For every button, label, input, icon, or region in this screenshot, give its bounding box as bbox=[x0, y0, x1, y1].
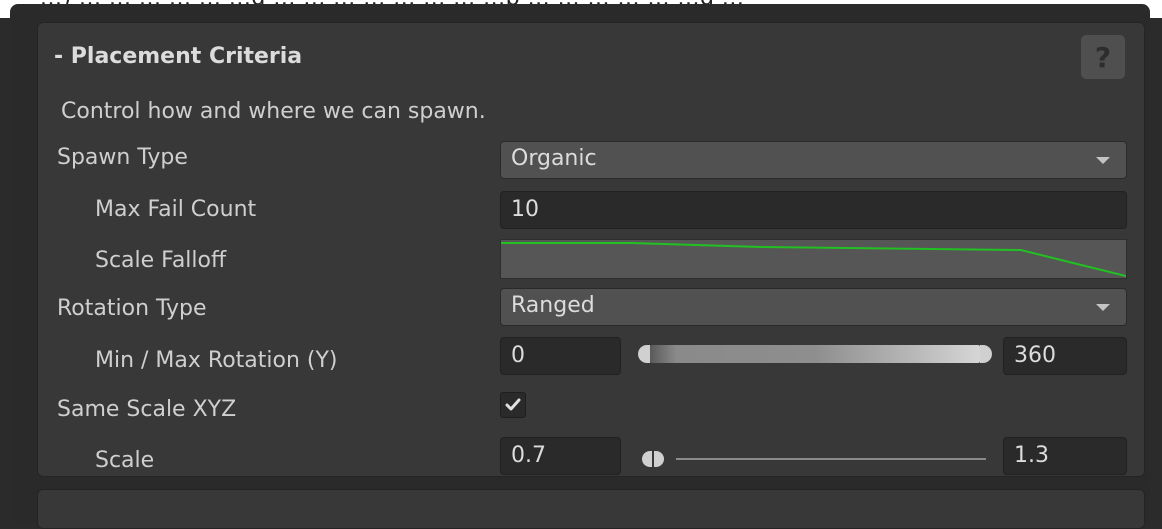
scale-min-field[interactable]: 0.7 bbox=[500, 437, 621, 475]
rotation-type-dropdown[interactable]: Ranged bbox=[500, 288, 1127, 326]
chevron-down-icon bbox=[1096, 157, 1110, 164]
rotation-min-field[interactable]: 0 bbox=[500, 337, 621, 375]
spawn-type-dropdown[interactable]: Organic bbox=[500, 141, 1127, 179]
help-icon: ? bbox=[1094, 40, 1112, 74]
rotation-min-handle[interactable] bbox=[638, 345, 650, 363]
rotation-max-field[interactable]: 360 bbox=[1003, 337, 1127, 375]
scale-min-handle[interactable] bbox=[642, 451, 652, 467]
max-fail-count-field[interactable]: 10 bbox=[500, 191, 1127, 229]
spawn-type-label: Spawn Type bbox=[57, 145, 188, 170]
scale-falloff-label: Scale Falloff bbox=[95, 248, 227, 273]
scale-falloff-curve[interactable] bbox=[500, 239, 1127, 279]
chevron-down-icon bbox=[1096, 304, 1110, 311]
section-description: Control how and where we can spawn. bbox=[61, 99, 486, 124]
help-button[interactable]: ? bbox=[1081, 35, 1125, 79]
scale-max-field[interactable]: 1.3 bbox=[1003, 437, 1127, 475]
same-scale-xyz-checkbox[interactable] bbox=[500, 392, 526, 418]
section-title[interactable]: - Placement Criteria bbox=[54, 44, 302, 69]
falloff-curve-line bbox=[501, 242, 1126, 277]
scale-label: Scale bbox=[95, 448, 155, 473]
rotation-range-slider[interactable] bbox=[650, 345, 980, 363]
rotation-type-label: Rotation Type bbox=[57, 296, 207, 321]
next-section-panel bbox=[37, 489, 1145, 529]
same-scale-xyz-label: Same Scale XYZ bbox=[57, 397, 237, 422]
scale-range-slider[interactable] bbox=[676, 458, 986, 460]
rotation-type-value: Ranged bbox=[511, 293, 595, 318]
min-max-rotation-label: Min / Max Rotation (Y) bbox=[95, 348, 338, 373]
checkmark-icon bbox=[505, 398, 521, 411]
spawn-type-value: Organic bbox=[511, 146, 597, 171]
falloff-curve-graph bbox=[501, 242, 1126, 277]
max-fail-count-label: Max Fail Count bbox=[95, 197, 257, 222]
